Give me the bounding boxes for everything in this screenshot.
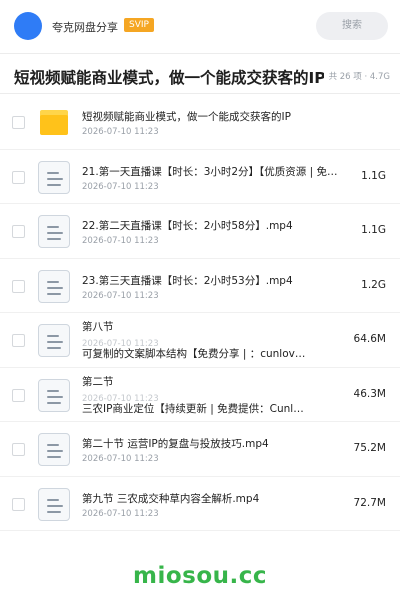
file-size: 75.2M bbox=[353, 442, 386, 454]
file-name: 短视频赋能商业模式，做一个能成交获客的IP bbox=[82, 111, 291, 123]
file-date: 2026-07-10 11:23 bbox=[82, 236, 159, 246]
file-name-line2: 可复制的文案脚本结构【免费分享 | ：cunlove】.mp4 bbox=[82, 348, 310, 360]
checkbox[interactable] bbox=[12, 443, 25, 456]
header: 夸克网盘分享 SVIP 搜索 bbox=[0, 0, 400, 52]
file-name: 第二十节 运营IP的复盘与投放技巧.mp4 bbox=[82, 438, 269, 450]
checkbox[interactable] bbox=[12, 225, 25, 238]
avatar[interactable] bbox=[14, 12, 42, 40]
file-date: 2026-07-10 11:23 bbox=[82, 127, 159, 137]
folder-icon bbox=[40, 110, 68, 135]
file-name: 第九节 三农成交种草内容全解析.mp4 bbox=[82, 492, 260, 505]
title-divider bbox=[0, 93, 400, 94]
file-size: 64.6M bbox=[353, 333, 386, 345]
checkbox[interactable] bbox=[12, 388, 25, 402]
document-icon bbox=[38, 487, 70, 521]
list-item[interactable]: 21.第一天直播课【时长：3小时2分】【优质资源 | 免费分享】.mp4 202… bbox=[0, 150, 400, 205]
file-name: 22.第二天直播课【时长：2小时58分】.mp4 bbox=[82, 220, 293, 232]
list-item[interactable]: 第二十节 运营IP的复盘与投放技巧.mp4 2026-07-10 11:23 7… bbox=[0, 422, 400, 477]
file-size: 1.1G bbox=[361, 224, 386, 236]
item-count: 共 26 项 · 4.7G bbox=[328, 72, 390, 82]
document-icon bbox=[38, 433, 70, 466]
svip-badge: SVIP bbox=[124, 18, 154, 32]
file-size: 1.2G bbox=[361, 278, 386, 291]
file-size: 46.3M bbox=[353, 387, 386, 400]
file-name: 23.第三天直播课【时长：2小时53分】.mp4 bbox=[82, 274, 293, 287]
checkbox[interactable] bbox=[12, 497, 25, 511]
file-date: 2026-07-10 11:23 bbox=[82, 181, 159, 192]
file-name: 第二节 bbox=[82, 375, 114, 388]
checkbox[interactable] bbox=[12, 279, 25, 293]
document-icon bbox=[38, 324, 70, 357]
file-name: 21.第一天直播课【时长：3小时2分】【优质资源 | 免费分享】.mp4 bbox=[82, 165, 344, 178]
list-item[interactable]: 23.第三天直播课【时长：2小时53分】.mp4 2026-07-10 11:2… bbox=[0, 259, 400, 314]
list-item[interactable]: 22.第二天直播课【时长：2小时58分】.mp4 2026-07-10 11:2… bbox=[0, 204, 400, 259]
header-divider bbox=[0, 53, 400, 54]
app-name: 夸克网盘分享 bbox=[52, 21, 118, 34]
checkbox[interactable] bbox=[12, 334, 25, 347]
search-input[interactable]: 搜索 bbox=[316, 12, 388, 40]
file-date: 2026-07-10 11:23 bbox=[82, 454, 159, 464]
list-item[interactable]: 第二节 2026-07-10 11:23 三农IP商业定位【持续更新 | 免费提… bbox=[0, 368, 400, 423]
file-list: 短视频赋能商业模式，做一个能成交获客的IP 2026-07-10 11:23 2… bbox=[0, 95, 400, 531]
page-title: 短视频赋能商业模式，做一个能成交获客的IP bbox=[14, 69, 324, 87]
document-icon bbox=[38, 378, 70, 412]
checkbox[interactable] bbox=[12, 170, 25, 184]
file-name: 第八节 bbox=[82, 321, 114, 333]
list-item[interactable]: 第九节 三农成交种草内容全解析.mp4 2026-07-10 11:23 72.… bbox=[0, 477, 400, 532]
file-date: 2026-07-10 11:23 bbox=[82, 508, 159, 519]
list-item[interactable]: 第八节 2026-07-10 11:23 可复制的文案脚本结构【免费分享 | ：… bbox=[0, 313, 400, 368]
list-item[interactable]: 短视频赋能商业模式，做一个能成交获客的IP 2026-07-10 11:23 bbox=[0, 95, 400, 150]
file-size: 72.7M bbox=[353, 496, 386, 509]
file-name-line2: 三农IP商业定位【持续更新 | 免费提供：Cunlove】.mp4 bbox=[82, 402, 310, 415]
document-icon bbox=[38, 215, 70, 248]
document-icon bbox=[38, 160, 70, 194]
checkbox[interactable] bbox=[12, 116, 25, 129]
watermark: miosou.cc bbox=[132, 563, 268, 589]
document-icon bbox=[38, 269, 70, 303]
file-size: 1.1G bbox=[361, 169, 386, 182]
file-date: 2026-07-10 11:23 bbox=[82, 290, 159, 301]
